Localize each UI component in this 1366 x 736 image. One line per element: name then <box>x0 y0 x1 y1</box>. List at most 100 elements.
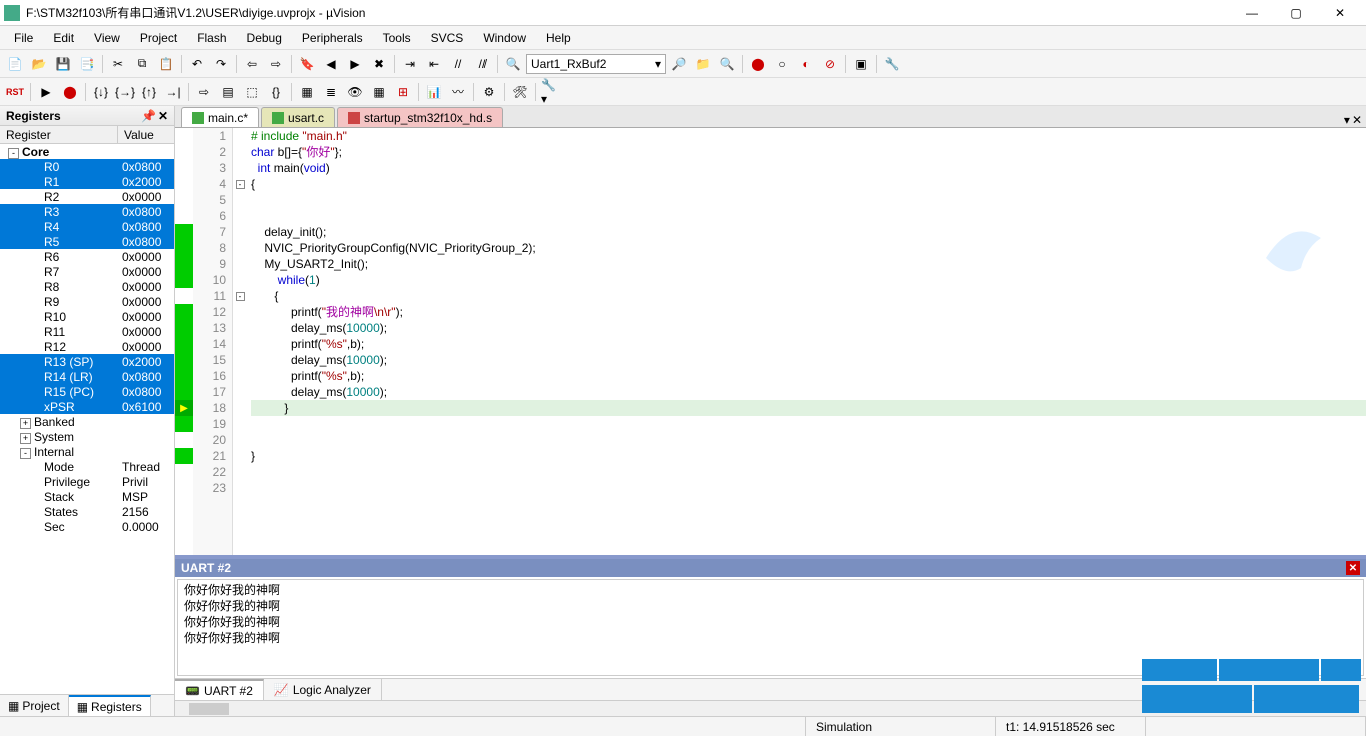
menu-help[interactable]: Help <box>536 29 581 47</box>
register-group[interactable]: +System <box>0 429 174 444</box>
bookmark-button[interactable]: 🔖 <box>296 53 318 75</box>
register-row[interactable]: R110x0000 <box>0 324 174 339</box>
left-tab-registers[interactable]: ▦Registers <box>69 695 151 716</box>
comment-button[interactable]: // <box>447 53 469 75</box>
register-group[interactable]: -Internal <box>0 444 174 459</box>
register-col-name[interactable]: Register <box>0 126 118 143</box>
disassembly-button[interactable]: ⬚ <box>241 81 263 103</box>
register-row[interactable]: Sec0.0000 <box>0 519 174 534</box>
register-row[interactable]: R50x0800 <box>0 234 174 249</box>
indent-button[interactable]: ⇥ <box>399 53 421 75</box>
register-row[interactable]: ModeThread <box>0 459 174 474</box>
analysis-button[interactable]: 📊 <box>423 81 445 103</box>
new-file-button[interactable]: 📄 <box>4 53 26 75</box>
minimize-button[interactable]: — <box>1230 0 1274 26</box>
step-into-button[interactable]: {↓} <box>90 81 112 103</box>
run-to-cursor-button[interactable]: →| <box>162 81 184 103</box>
copy-button[interactable]: ⧉ <box>131 53 153 75</box>
register-row[interactable]: R80x0000 <box>0 279 174 294</box>
register-row[interactable]: StackMSP <box>0 489 174 504</box>
register-row[interactable]: R10x2000 <box>0 174 174 189</box>
register-row[interactable]: R60x0000 <box>0 249 174 264</box>
register-tree[interactable]: -CoreR00x0800R10x2000R20x0000R30x0800R40… <box>0 144 174 694</box>
register-row[interactable]: R90x0000 <box>0 294 174 309</box>
undo-button[interactable]: ↶ <box>186 53 208 75</box>
paste-button[interactable]: 📋 <box>155 53 177 75</box>
bookmark-next-button[interactable]: ▶ <box>344 53 366 75</box>
symbols-button[interactable]: {} <box>265 81 287 103</box>
editor-tab-dropdown-icon[interactable]: ▾ <box>1344 113 1350 127</box>
register-row[interactable]: PrivilegePrivil <box>0 474 174 489</box>
scrollbar-thumb[interactable] <box>189 703 229 715</box>
task-block[interactable] <box>1254 685 1359 713</box>
code-area[interactable]: # include "main.h"char b[]={"你好"}; int m… <box>247 128 1366 555</box>
menu-tools[interactable]: Tools <box>373 29 421 47</box>
task-block[interactable] <box>1142 685 1252 713</box>
uart-panel-close-icon[interactable]: ✕ <box>1346 561 1360 575</box>
menu-flash[interactable]: Flash <box>187 29 236 47</box>
menu-project[interactable]: Project <box>130 29 187 47</box>
nav-forward-button[interactable]: ⇨ <box>265 53 287 75</box>
close-button[interactable]: ✕ <box>1318 0 1362 26</box>
register-row[interactable]: R15 (PC)0x0800 <box>0 384 174 399</box>
maximize-button[interactable]: ▢ <box>1274 0 1318 26</box>
find-icon[interactable]: 🔍 <box>502 53 524 75</box>
menu-window[interactable]: Window <box>473 29 536 47</box>
open-file-button[interactable]: 📂 <box>28 53 50 75</box>
window-button[interactable]: ▣ <box>850 53 872 75</box>
nav-back-button[interactable]: ⇦ <box>241 53 263 75</box>
find-in-files-button[interactable]: 📁 <box>692 53 714 75</box>
register-row[interactable]: R20x0000 <box>0 189 174 204</box>
menu-edit[interactable]: Edit <box>43 29 84 47</box>
toolbox-button[interactable]: 🛠 <box>509 81 531 103</box>
uncomment-button[interactable]: //̸ <box>471 53 493 75</box>
menu-file[interactable]: File <box>4 29 43 47</box>
uart-tab[interactable]: 📟UART #2 <box>175 679 264 700</box>
debug-settings-button[interactable]: 🔧▾ <box>540 81 562 103</box>
save-button[interactable]: 💾 <box>52 53 74 75</box>
memory-button[interactable]: ▦ <box>368 81 390 103</box>
run-button[interactable]: ▶ <box>35 81 57 103</box>
find-combo[interactable]: Uart1_RxBuf2 ▾ <box>526 54 666 74</box>
command-window-button[interactable]: ▤ <box>217 81 239 103</box>
panel-pin-icon[interactable]: 📌 <box>141 109 156 123</box>
reset-button[interactable]: RST <box>4 81 26 103</box>
breakpoint-kill-button[interactable]: ⊘ <box>819 53 841 75</box>
serial-button[interactable]: ⊞ <box>392 81 414 103</box>
task-block[interactable] <box>1142 659 1217 681</box>
breakpoint-insert-button[interactable]: ○ <box>771 53 793 75</box>
editor-tab-close-icon[interactable]: ✕ <box>1352 113 1362 127</box>
step-out-button[interactable]: {↑} <box>138 81 160 103</box>
register-row[interactable]: R00x0800 <box>0 159 174 174</box>
register-group[interactable]: +Banked <box>0 414 174 429</box>
registers-window-button[interactable]: ▦ <box>296 81 318 103</box>
menu-peripherals[interactable]: Peripherals <box>292 29 373 47</box>
bookmark-prev-button[interactable]: ◀ <box>320 53 342 75</box>
editor-tab[interactable]: usart.c <box>261 107 335 127</box>
panel-close-icon[interactable]: ✕ <box>158 109 168 123</box>
outdent-button[interactable]: ⇤ <box>423 53 445 75</box>
fold-gutter[interactable]: -- <box>233 128 247 555</box>
debug-button[interactable]: ⬤ <box>747 53 769 75</box>
incremental-find-button[interactable]: 🔍 <box>716 53 738 75</box>
register-row[interactable]: xPSR0x6100 <box>0 399 174 414</box>
register-row[interactable]: R120x0000 <box>0 339 174 354</box>
register-row[interactable]: R30x0800 <box>0 204 174 219</box>
bookmark-clear-button[interactable]: ✖ <box>368 53 390 75</box>
register-row[interactable]: R14 (LR)0x0800 <box>0 369 174 384</box>
register-row[interactable]: R70x0000 <box>0 264 174 279</box>
breakpoint-gutter[interactable]: ▶ <box>175 128 193 555</box>
trace-button[interactable]: 〰 <box>447 81 469 103</box>
register-row[interactable]: States2156 <box>0 504 174 519</box>
stop-button[interactable]: ⬤ <box>59 81 81 103</box>
register-row[interactable]: R13 (SP)0x2000 <box>0 354 174 369</box>
task-block[interactable] <box>1219 659 1319 681</box>
watch-button[interactable]: 👁 <box>344 81 366 103</box>
register-row[interactable]: R40x0800 <box>0 219 174 234</box>
configure-button[interactable]: 🔧 <box>881 53 903 75</box>
step-over-button[interactable]: {→} <box>114 81 136 103</box>
show-next-button[interactable]: ⇨ <box>193 81 215 103</box>
system-viewer-button[interactable]: ⚙ <box>478 81 500 103</box>
menu-debug[interactable]: Debug <box>237 29 292 47</box>
cut-button[interactable]: ✂ <box>107 53 129 75</box>
